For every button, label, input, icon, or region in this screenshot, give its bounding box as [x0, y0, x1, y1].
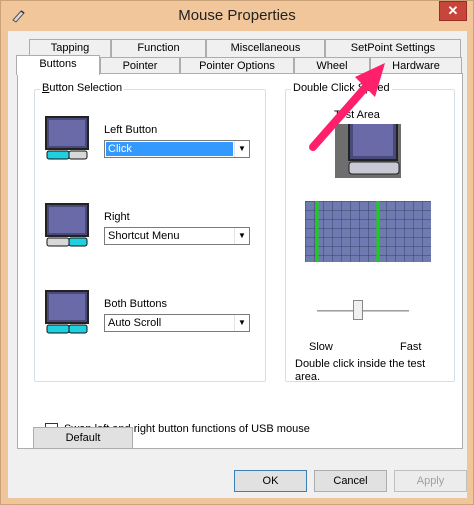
button-selection-group: Button Selection Left Button Click ▼ Rig…	[34, 82, 266, 382]
both-buttons-value: Auto Scroll	[108, 317, 162, 329]
test-area-label: Test Area	[334, 109, 380, 121]
right-button-value: Shortcut Menu	[108, 230, 180, 242]
apply-button: Apply	[394, 470, 467, 492]
left-button-value: Click	[106, 142, 233, 156]
tab-setpoint-settings[interactable]: SetPoint Settings	[325, 39, 461, 57]
button-selection-label: Button Selection	[40, 82, 125, 94]
dialog-client-area: Tapping Function Miscellaneous SetPoint …	[8, 31, 467, 498]
button-selection-text: utton Selection	[49, 82, 123, 94]
left-button-label: Left Button	[104, 124, 158, 136]
apply-button-label: Apply	[416, 475, 445, 487]
cancel-button-label: Cancel	[333, 475, 368, 487]
left-button-select[interactable]: Click ▼	[104, 140, 250, 158]
speed-grid-graphic	[305, 201, 431, 262]
double-click-speed-label: Double Click Speed	[291, 82, 392, 94]
both-buttons-select[interactable]: Auto Scroll ▼	[104, 314, 250, 332]
default-button-label: Default	[65, 432, 101, 444]
both-buttons-label: Both Buttons	[104, 298, 167, 310]
speed-slider-thumb[interactable]	[353, 300, 364, 320]
double-click-hint: Double click inside the test area.	[295, 358, 426, 383]
cancel-button[interactable]: Cancel	[314, 470, 387, 492]
title-bar[interactable]: Mouse Properties ✕	[1, 1, 473, 31]
test-area-mouse-icon	[348, 124, 400, 175]
ok-button[interactable]: OK	[234, 470, 307, 492]
fast-label: Fast	[400, 341, 422, 353]
tab-buttons[interactable]: Buttons	[16, 55, 100, 75]
chevron-down-icon: ▼	[234, 315, 249, 331]
window-title: Mouse Properties	[178, 7, 296, 24]
left-button-mouse-icon	[45, 116, 89, 160]
close-icon: ✕	[447, 3, 459, 18]
double-click-speed-group: Double Click Speed Test Area Slow Fast D…	[285, 82, 455, 383]
double-click-speed-grid	[305, 201, 431, 262]
chevron-down-icon: ▼	[234, 228, 249, 244]
right-button-label: Right	[104, 211, 130, 223]
both-buttons-mouse-icon	[45, 290, 89, 334]
right-button-mouse-icon	[45, 203, 89, 247]
tab-function[interactable]: Function	[111, 39, 206, 57]
tab-miscellaneous[interactable]: Miscellaneous	[206, 39, 325, 57]
default-button[interactable]: Default	[33, 427, 133, 449]
slow-label: Slow	[309, 341, 333, 353]
close-button[interactable]: ✕	[439, 1, 467, 21]
test-area[interactable]	[335, 124, 401, 178]
ok-button-label: OK	[262, 475, 279, 487]
chevron-down-icon: ▼	[234, 141, 249, 157]
mouse-properties-window: Mouse Properties ✕ Tapping Function Misc…	[0, 0, 474, 505]
right-button-select[interactable]: Shortcut Menu ▼	[104, 227, 250, 245]
buttons-tab-panel: Button Selection Left Button Click ▼ Rig…	[17, 73, 463, 449]
